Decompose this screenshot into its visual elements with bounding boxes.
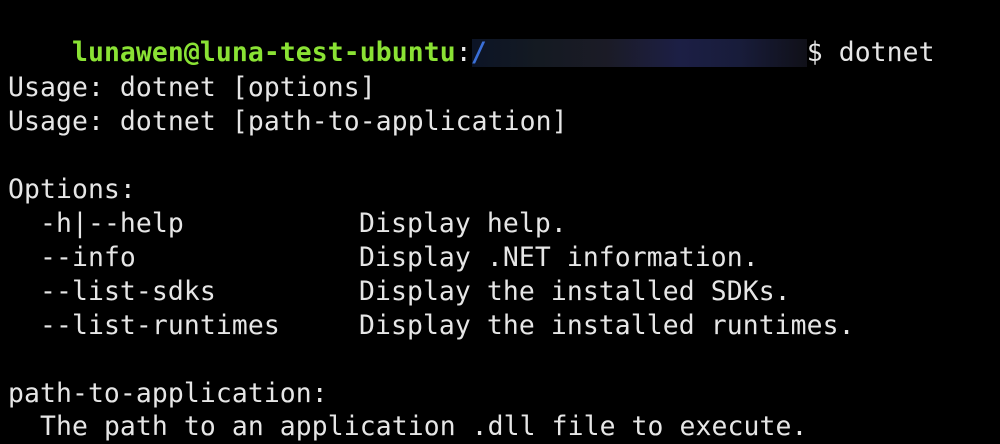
usage-line-2: Usage: dotnet [path-to-application] bbox=[8, 106, 568, 137]
prompt-separator: : bbox=[455, 37, 472, 68]
option-row: --info Display .NET information. bbox=[8, 241, 759, 275]
terminal-window[interactable]: lunawen@luna-test-ubuntu: / $ dotnet Usage… bbox=[8, 0, 1000, 444]
option-description: Display .NET information. bbox=[358, 242, 759, 273]
prompt-command: dotnet bbox=[838, 37, 935, 68]
path-description: The path to an application .dll file to … bbox=[39, 411, 808, 442]
option-flag: --list-sdks bbox=[39, 276, 216, 307]
options-header: Options: bbox=[8, 174, 136, 205]
option-row: -h|--help Display help. bbox=[8, 207, 567, 241]
prompt-path-slash: / bbox=[470, 37, 487, 68]
path-description-line: The path to an application .dll file to … bbox=[8, 410, 807, 444]
option-row: --list-runtimes Display the installed run… bbox=[8, 309, 855, 343]
prompt-line: lunawen@luna-test-ubuntu: / $ dotnet bbox=[8, 2, 935, 68]
option-flag: -h|--help bbox=[39, 208, 184, 239]
option-description: Display the installed SDKs. bbox=[358, 276, 791, 307]
option-description: Display help. bbox=[358, 208, 567, 239]
option-description: Display the installed runtimes. bbox=[358, 310, 855, 341]
option-row: --list-sdks Display the installed SDKs. bbox=[8, 275, 791, 309]
prompt-user-host: lunawen@luna-test-ubuntu bbox=[71, 37, 456, 68]
prompt-dollar: $ bbox=[806, 37, 823, 68]
option-flag: --list-runtimes bbox=[39, 310, 280, 341]
usage-line-1: Usage: dotnet [options] bbox=[8, 72, 376, 103]
prompt-path-redacted: / bbox=[470, 37, 807, 68]
option-flag: --info bbox=[39, 242, 136, 273]
path-header: path-to-application: bbox=[8, 378, 328, 409]
